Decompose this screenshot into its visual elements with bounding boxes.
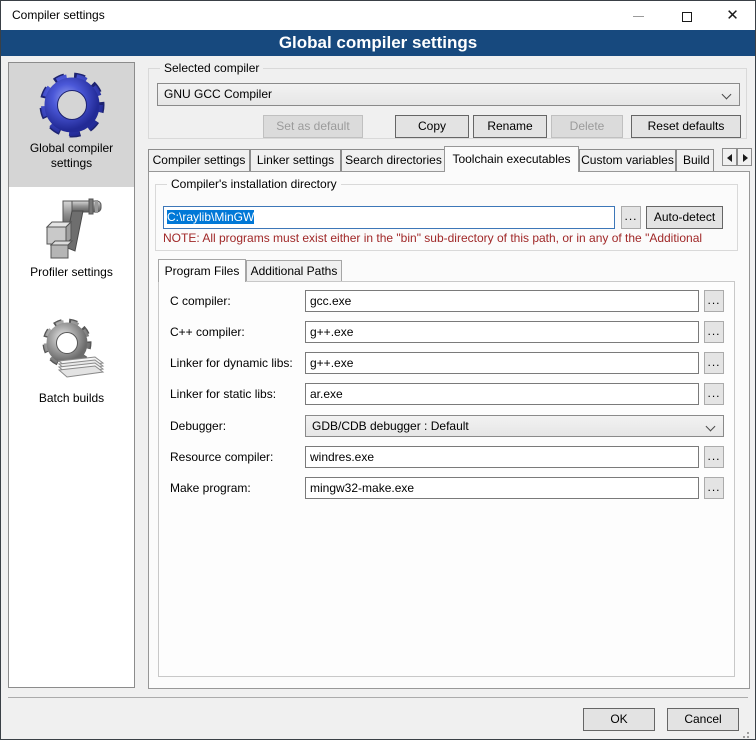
sidebar-label: settings <box>9 156 134 171</box>
resource-compiler-browse-button[interactable]: ... <box>704 446 724 468</box>
resize-grip[interactable] <box>747 732 749 734</box>
make-program-browse-button[interactable]: ... <box>704 477 724 499</box>
arrow-right-icon <box>743 154 748 162</box>
dialog-banner: Global compiler settings <box>1 30 755 56</box>
tab-scroll-left-button[interactable] <box>722 148 737 166</box>
selected-compiler-group-label: Selected compiler <box>160 61 263 76</box>
minimize-icon <box>633 16 644 17</box>
caliper-icon <box>39 195 105 261</box>
make-program-label: Make program: <box>170 477 251 499</box>
installation-directory-input[interactable]: C:\raylib\MinGW <box>163 206 615 229</box>
resource-compiler-input[interactable] <box>305 446 699 468</box>
linker-static-label: Linker for static libs: <box>170 383 276 405</box>
linker-dynamic-browse-button[interactable]: ... <box>704 352 724 374</box>
window-title: Compiler settings <box>12 1 105 30</box>
close-button[interactable]: ✕ <box>717 1 748 30</box>
c-compiler-input[interactable] <box>305 290 699 312</box>
sidebar-label: Profiler settings <box>9 265 134 280</box>
subtab-additional-paths[interactable]: Additional Paths <box>246 260 342 282</box>
title-bar: Compiler settings ✕ <box>1 1 755 30</box>
subtab-program-files[interactable]: Program Files <box>158 259 246 282</box>
resource-compiler-label: Resource compiler: <box>170 446 273 468</box>
installation-directory-browse-button[interactable]: ... <box>621 206 641 229</box>
sidebar-label: Global compiler <box>9 141 134 156</box>
debugger-label: Debugger: <box>170 415 226 437</box>
c-compiler-browse-button[interactable]: ... <box>704 290 724 312</box>
gray-gear-stack-icon <box>37 315 107 385</box>
maximize-icon <box>682 12 692 22</box>
tab-scroll-right-button[interactable] <box>737 148 752 166</box>
c-compiler-label: C compiler: <box>170 290 231 312</box>
make-program-input[interactable] <box>305 477 699 499</box>
cpp-compiler-browse-button[interactable]: ... <box>704 321 724 343</box>
settings-category-list: Global compiler settings Profiler setti <box>8 62 135 688</box>
sidebar-label: Batch builds <box>9 391 134 406</box>
cpp-compiler-input[interactable] <box>305 321 699 343</box>
footer-divider <box>8 697 748 698</box>
sidebar-item-profiler-settings[interactable]: Profiler settings <box>9 187 134 295</box>
tab-linker-settings[interactable]: Linker settings <box>250 149 341 171</box>
tab-custom-variables[interactable]: Custom variables <box>579 149 676 171</box>
close-icon: ✕ <box>726 7 739 24</box>
installation-directory-value: C:\raylib\MinGW <box>167 210 254 224</box>
copy-button[interactable]: Copy <box>395 115 469 138</box>
cpp-compiler-label: C++ compiler: <box>170 321 245 343</box>
tab-toolchain-executables[interactable]: Toolchain executables <box>444 146 579 172</box>
delete-button: Delete <box>551 115 623 138</box>
arrow-left-icon <box>727 154 732 162</box>
linker-dynamic-label: Linker for dynamic libs: <box>170 352 293 374</box>
blue-gear-icon <box>36 69 108 141</box>
debugger-select-value: GDB/CDB debugger : Default <box>312 419 469 433</box>
compiler-select[interactable]: GNU GCC Compiler <box>157 83 740 106</box>
cancel-button[interactable]: Cancel <box>667 708 739 731</box>
debugger-select[interactable]: GDB/CDB debugger : Default <box>305 415 724 437</box>
linker-dynamic-input[interactable] <box>305 352 699 374</box>
tab-compiler-settings[interactable]: Compiler settings <box>148 149 250 171</box>
installation-directory-group-label: Compiler's installation directory <box>167 177 341 192</box>
tab-search-directories[interactable]: Search directories <box>341 149 446 171</box>
maximize-button[interactable] <box>671 1 702 30</box>
chevron-down-icon <box>722 90 732 100</box>
minimize-button <box>623 1 654 30</box>
linker-static-browse-button[interactable]: ... <box>704 383 724 405</box>
tab-build-options[interactable]: Build options <box>676 149 714 171</box>
chevron-down-icon <box>706 422 716 432</box>
note-text: NOTE: All programs must exist either in … <box>163 231 736 246</box>
auto-detect-button[interactable]: Auto-detect <box>646 206 723 229</box>
sidebar-item-batch-builds[interactable]: Batch builds <box>9 295 134 415</box>
rename-button[interactable]: Rename <box>473 115 547 138</box>
sidebar-item-global-compiler-settings[interactable]: Global compiler settings <box>9 63 134 187</box>
reset-defaults-button[interactable]: Reset defaults <box>631 115 741 138</box>
linker-static-input[interactable] <box>305 383 699 405</box>
ok-button[interactable]: OK <box>583 708 655 731</box>
set-as-default-button: Set as default <box>263 115 363 138</box>
compiler-select-value: GNU GCC Compiler <box>164 87 272 101</box>
